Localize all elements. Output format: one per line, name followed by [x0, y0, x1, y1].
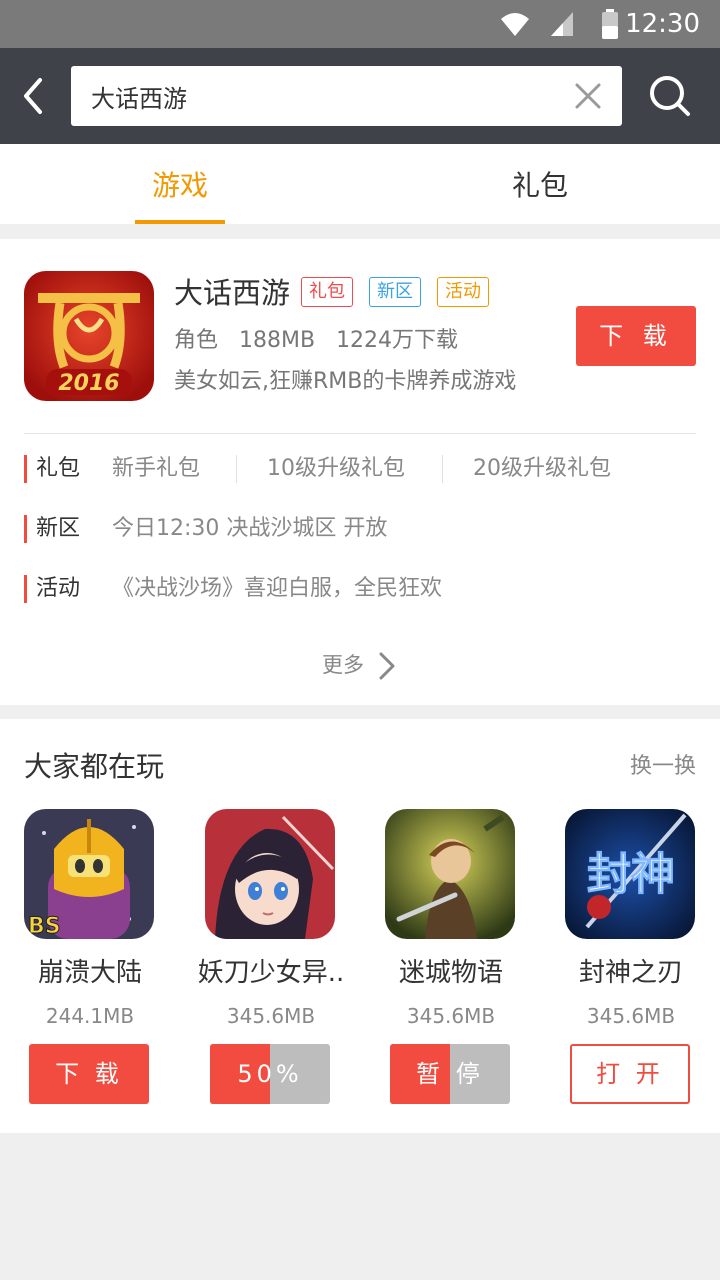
app-size: 188MB — [239, 328, 316, 353]
tab-bar: 游戏 礼包 — [0, 144, 720, 224]
tag-gift-badge: 礼包 — [301, 277, 353, 307]
tag-event-badge: 活动 — [437, 277, 489, 307]
section-title: 大家都在玩 — [24, 750, 165, 783]
separator — [442, 455, 443, 483]
event-row[interactable]: 活动 《决战沙场》喜迎白服，全民狂欢 — [24, 571, 696, 607]
game-name[interactable]: 迷城物语 — [361, 955, 541, 991]
download-progress-button[interactable]: 50% — [210, 1044, 330, 1104]
tab-gifts[interactable]: 礼包 — [495, 144, 585, 224]
game-icon-micheng[interactable] — [385, 809, 515, 939]
close-icon[interactable] — [574, 82, 602, 110]
new-server-text: 今日12:30 决战沙城区 开放 — [112, 516, 388, 541]
new-server-row-label: 新区 — [36, 516, 81, 541]
rec-item-3: 迷城物语 345.6MB 暂 停 — [361, 809, 541, 1109]
app-downloads: 1224万下载 — [336, 328, 459, 353]
row-marker — [24, 455, 27, 483]
event-row-label: 活动 — [36, 576, 81, 601]
game-size: 345.6MB — [226, 1004, 316, 1028]
game-icon-crashlands[interactable]: BS — [24, 809, 154, 939]
featured-app-card: 2016 大话西游 礼包 新区 活动 角色 188MB 1224万下载 美女如云… — [0, 239, 720, 705]
search-input[interactable] — [91, 66, 561, 126]
gift-item-level-10[interactable]: 10级升级礼包 — [267, 451, 405, 487]
gift-row-label: 礼包 — [36, 456, 81, 481]
game-name[interactable]: 妖刀少女异.. — [181, 955, 361, 991]
app-icon-year: 2016 — [58, 371, 119, 396]
tag-new-server-badge: 新区 — [369, 277, 421, 307]
download-button[interactable]: 下 载 — [576, 306, 696, 366]
progress-label: 50% — [237, 1060, 303, 1088]
signal-icon — [551, 12, 573, 36]
open-button[interactable]: 打 开 — [570, 1044, 690, 1104]
separator — [236, 455, 237, 483]
pause-label: 暂 停 — [416, 1060, 484, 1088]
download-button[interactable]: 下 载 — [29, 1044, 149, 1104]
game-icon-fengshen[interactable]: 封神 — [565, 809, 695, 939]
app-category: 角色 — [174, 328, 219, 353]
gift-item-newbie[interactable]: 新手礼包 — [112, 451, 200, 487]
tab-games[interactable]: 游戏 — [135, 144, 225, 224]
event-text: 《决战沙场》喜迎白服，全民狂欢 — [112, 576, 443, 601]
status-bar: 12:30 — [0, 0, 720, 48]
game-icon-title: 封神 — [587, 849, 675, 900]
status-time: 12:30 — [625, 9, 700, 39]
row-marker — [24, 575, 27, 603]
search-icon[interactable] — [648, 74, 692, 118]
rec-item-2: 妖刀少女异.. 345.6MB 50% — [181, 809, 361, 1109]
tab-active-indicator — [135, 220, 225, 224]
battery-icon — [602, 9, 618, 39]
rec-item-4: 封神 封神之刃 345.6MB 打 开 — [541, 809, 720, 1109]
game-icon-badge: BS — [28, 914, 61, 939]
divider — [24, 433, 696, 434]
game-name[interactable]: 崩溃大陆 — [0, 955, 180, 991]
app-icon[interactable]: 2016 — [24, 271, 154, 401]
new-server-row[interactable]: 新区 今日12:30 决战沙城区 开放 — [24, 511, 696, 547]
game-size: 244.1MB — [45, 1004, 135, 1028]
row-marker — [24, 515, 27, 543]
app-description: 美女如云,狂赚RMB的卡牌养成游戏 — [174, 369, 517, 394]
search-header — [0, 48, 720, 144]
pause-button[interactable]: 暂 停 — [390, 1044, 510, 1104]
app-title[interactable]: 大话西游 — [174, 273, 290, 313]
game-icon-yaodao[interactable] — [205, 809, 335, 939]
search-box — [71, 66, 622, 126]
game-size: 345.6MB — [406, 1004, 496, 1028]
rec-item-1: BS 崩溃大陆 244.1MB 下 载 — [0, 809, 180, 1109]
gift-item-level-20[interactable]: 20级升级礼包 — [473, 451, 611, 487]
game-size: 345.6MB — [586, 1004, 676, 1028]
recommendations-section: 大家都在玩 换一换 BS 崩溃大陆 244.1MB 下 载 妖刀少女异.. 34… — [0, 719, 720, 1133]
game-name[interactable]: 封神之刃 — [541, 955, 720, 991]
more-link[interactable]: 更多 — [322, 647, 364, 683]
app-meta: 角色 188MB 1224万下载 — [174, 325, 458, 357]
gift-row: 礼包 新手礼包 10级升级礼包 20级升级礼包 — [24, 451, 696, 487]
refresh-button[interactable]: 换一换 — [630, 751, 696, 783]
wifi-icon — [501, 13, 529, 36]
chevron-right-icon[interactable] — [377, 652, 397, 680]
back-arrow-icon[interactable] — [14, 72, 54, 120]
